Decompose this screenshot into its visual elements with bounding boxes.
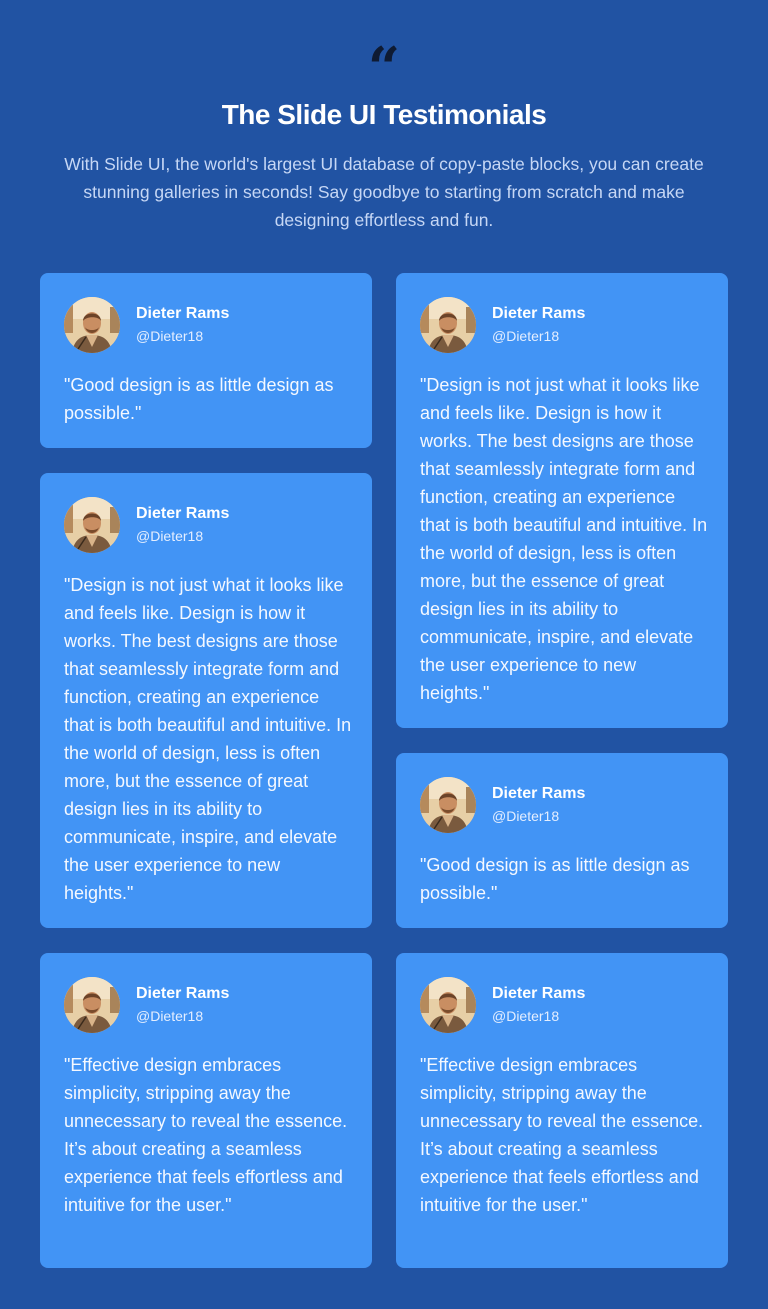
testimonial-quote: "Design is not just what it looks like a… — [64, 575, 352, 903]
avatar — [420, 297, 476, 353]
testimonial-author: Dieter Rams @Dieter18 — [420, 297, 704, 353]
testimonial-card: Dieter Rams @Dieter18 "Good design is as… — [40, 273, 372, 448]
testimonial-card: Dieter Rams @Dieter18 "Design is not jus… — [40, 473, 372, 928]
testimonial-card: Dieter Rams @Dieter18 "Effective design … — [396, 953, 728, 1268]
testimonial-quote: "Effective design embraces simplicity, s… — [420, 1055, 704, 1215]
page-title: The Slide UI Testimonials — [221, 99, 547, 130]
testimonial-author: Dieter Rams @Dieter18 — [420, 977, 704, 1033]
author-handle: @Dieter18 — [492, 808, 560, 824]
author-name: Dieter Rams — [492, 305, 586, 322]
author-handle: @Dieter18 — [136, 328, 204, 344]
avatar — [64, 977, 120, 1033]
author-handle: @Dieter18 — [492, 328, 560, 344]
testimonial-card: Dieter Rams @Dieter18 "Design is not jus… — [396, 273, 728, 728]
author-name: Dieter Rams — [136, 305, 230, 322]
testimonial-quote: "Design is not just what it looks like a… — [420, 375, 708, 703]
author-handle: @Dieter18 — [136, 528, 204, 544]
avatar — [64, 497, 120, 553]
testimonial-quote: "Effective design embraces simplicity, s… — [64, 1055, 348, 1215]
testimonial-card: Dieter Rams @Dieter18 "Good design is as… — [396, 753, 728, 928]
avatar — [420, 777, 476, 833]
author-name: Dieter Rams — [492, 985, 586, 1002]
author-handle: @Dieter18 — [492, 1008, 560, 1024]
author-handle: @Dieter18 — [136, 1008, 204, 1024]
page-subtitle: With Slide UI, the world's largest UI da… — [64, 154, 704, 230]
testimonial-quote: "Good design is as little design as poss… — [420, 855, 690, 903]
testimonial-author: Dieter Rams @Dieter18 — [420, 777, 704, 833]
avatar — [420, 977, 476, 1033]
author-name: Dieter Rams — [136, 505, 230, 522]
author-name: Dieter Rams — [492, 785, 586, 802]
testimonial-author: Dieter Rams @Dieter18 — [64, 497, 348, 553]
testimonial-author: Dieter Rams @Dieter18 — [64, 297, 348, 353]
avatar — [64, 297, 120, 353]
quote-icon: “ — [367, 35, 401, 101]
author-name: Dieter Rams — [136, 985, 230, 1002]
testimonial-quote: "Good design is as little design as poss… — [64, 375, 334, 423]
testimonial-author: Dieter Rams @Dieter18 — [64, 977, 348, 1033]
testimonials-section: “ The Slide UI Testimonials With Slide U… — [0, 0, 768, 1309]
testimonial-card: Dieter Rams @Dieter18 "Effective design … — [40, 953, 372, 1268]
